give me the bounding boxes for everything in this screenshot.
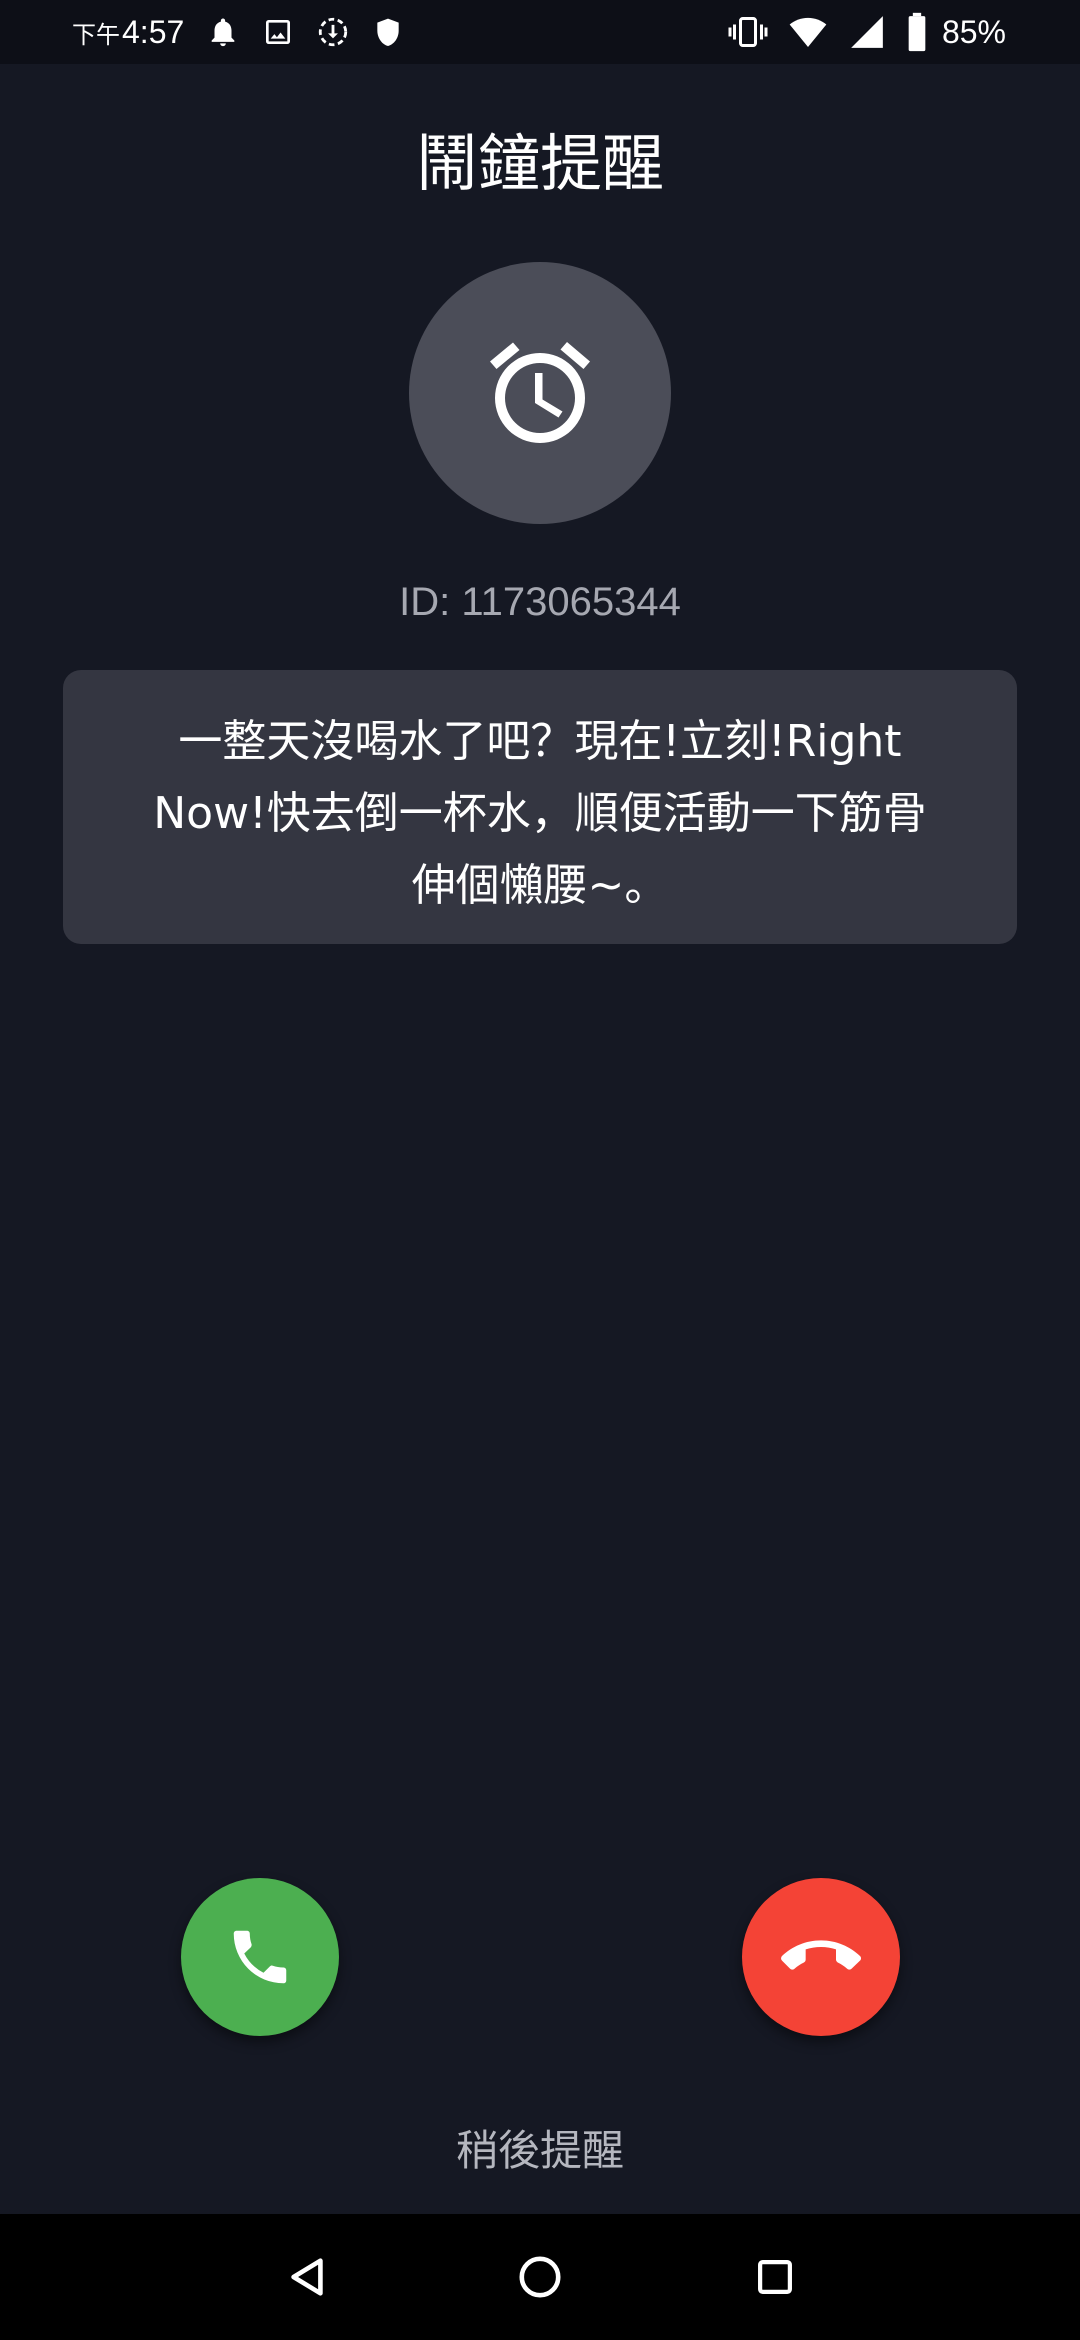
status-bar-left: 下午 4:57: [72, 10, 404, 54]
home-icon: [519, 2256, 561, 2298]
back-icon: [291, 2258, 323, 2296]
wifi-icon: [789, 17, 827, 47]
alarm-avatar: [409, 262, 671, 524]
reminder-message: 一整天沒喝水了吧？現在!立刻!Right Now!快去倒一杯水，順便活動一下筋骨…: [153, 716, 927, 911]
battery-icon: [908, 12, 926, 52]
cell-signal-icon: [851, 16, 883, 48]
page-title: 鬧鐘提醒: [415, 127, 664, 200]
status-bar-right: 85%: [728, 10, 1006, 54]
vibrate-icon: [728, 17, 768, 47]
status-ampm: 下午: [72, 20, 120, 49]
status-bar: 下午 4:57 85%: [0, 0, 1080, 64]
message-card: 一整天沒喝水了吧？現在!立刻!Right Now!快去倒一杯水，順便活動一下筋骨…: [63, 670, 1017, 944]
status-time: 4:57: [122, 13, 185, 50]
decline-button[interactable]: [742, 1878, 900, 2036]
shield-icon: [377, 18, 399, 46]
hang-up-icon: [781, 1940, 861, 1970]
snooze-area: 稍後提醒: [0, 2118, 1080, 2184]
navigation-bar: [0, 2214, 1080, 2340]
nav-back-button[interactable]: [277, 2247, 337, 2307]
recents-icon: [758, 2260, 792, 2294]
alarm-reminder-screen: 下午 4:57 85% 鬧鐘提醒 ID: 1173065344 一整天沒喝水了吧…: [0, 0, 1080, 2340]
status-clock: 下午 4:57: [72, 14, 184, 51]
image-icon: [266, 20, 291, 44]
snooze-button[interactable]: 稍後提醒: [456, 2126, 624, 2175]
alarm-bell-icon: [211, 18, 235, 47]
nav-recents-button[interactable]: [745, 2247, 805, 2307]
answer-button[interactable]: [181, 1878, 339, 2036]
battery-percent: 85%: [941, 13, 1006, 50]
nav-home-button[interactable]: [510, 2247, 570, 2307]
phone-icon: [233, 1930, 287, 1984]
download-icon: [319, 17, 348, 47]
alarm-id: ID: 1173065344: [399, 580, 681, 624]
alarm-clock-icon: [490, 342, 590, 443]
